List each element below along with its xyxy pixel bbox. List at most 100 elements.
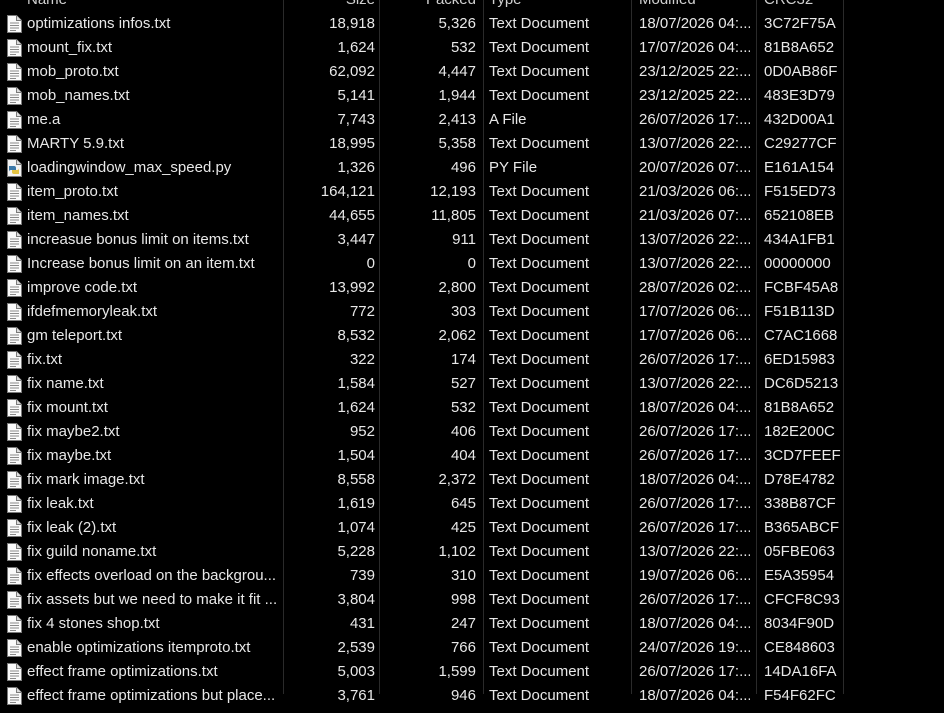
list-item[interactable]: gm teleport.txt 8,532 2,062 Text Document 17… <box>0 324 944 348</box>
list-item[interactable]: mob_proto.txt 62,092 4,447 Text Document 23/… <box>0 60 944 84</box>
file-packed-size: 946 <box>450 687 476 704</box>
list-item[interactable]: fix guild noname.txt 5,228 1,102 Text Docum… <box>0 540 944 564</box>
file-crc32: E5A35954 <box>764 567 835 584</box>
file-size: 1,619 <box>337 495 375 512</box>
file-packed-size: 310 <box>450 567 476 584</box>
file-modified: 13/07/2026 22:... <box>639 255 750 272</box>
list-item[interactable]: mob_names.txt 5,141 1,944 Text Document 23/1… <box>0 84 944 108</box>
list-item[interactable]: effect frame optimizations but place... 3… <box>0 684 944 708</box>
list-item[interactable]: me.a 7,743 2,413 A File 26/07/2026 17:... 432… <box>0 108 944 132</box>
list-item[interactable]: fix name.txt 1,584 527 Text Document 13/07/2… <box>0 372 944 396</box>
file-packed-size: 2,062 <box>438 327 476 344</box>
file-size: 1,504 <box>337 447 375 464</box>
file-name: increasue bonus limit on items.txt <box>27 231 249 248</box>
file-type: Text Document <box>489 15 590 32</box>
text-file-icon <box>6 303 22 321</box>
list-item[interactable]: improve code.txt 13,992 2,800 Text Document… <box>0 276 944 300</box>
list-item[interactable]: fix leak (2).txt 1,074 425 Text Document 26/… <box>0 516 944 540</box>
list-item[interactable]: increasue bonus limit on items.txt 3,447 9… <box>0 228 944 252</box>
list-item[interactable]: mount_fix.txt 1,624 532 Text Document 17/07/… <box>0 36 944 60</box>
text-file-icon <box>6 687 22 705</box>
text-file-icon <box>6 327 22 345</box>
list-item[interactable]: item_proto.txt 164,121 12,193 Text Document… <box>0 180 944 204</box>
file-crc32: 81B8A652 <box>764 39 835 56</box>
file-packed-size: 911 <box>452 231 476 248</box>
file-modified: 23/12/2025 22:... <box>639 87 750 104</box>
file-type: Text Document <box>489 567 590 584</box>
text-file-icon <box>6 519 22 537</box>
file-crc32: CE848603 <box>764 639 835 656</box>
text-file-icon <box>6 423 22 441</box>
file-modified: 13/07/2026 22:... <box>639 231 750 248</box>
text-file-icon <box>6 615 22 633</box>
column-header-crc32[interactable]: CRC32 <box>764 0 813 12</box>
file-crc32: 652108EB <box>764 207 835 224</box>
list-item[interactable]: fix maybe2.txt 952 406 Text Document 26/07/2… <box>0 420 944 444</box>
file-packed-size: 998 <box>450 591 476 608</box>
file-packed-size: 1,599 <box>438 663 476 680</box>
file-name: fix effects overload on the backgrou... <box>27 567 277 584</box>
column-header-type[interactable]: Type <box>489 0 522 12</box>
list-item[interactable]: loadingwindow_max_speed.py 1,326 496 PY Fil… <box>0 156 944 180</box>
file-packed-size: 645 <box>450 495 476 512</box>
file-modified: 26/07/2026 17:... <box>639 447 750 464</box>
column-header-size[interactable]: Size <box>284 0 375 12</box>
text-file-icon <box>6 111 22 129</box>
list-item[interactable]: effect frame optimizations.txt 5,003 1,599… <box>0 660 944 684</box>
file-crc32: CFCF8C93 <box>764 591 840 608</box>
list-item[interactable]: optimizations infos.txt 18,918 5,326 Text D… <box>0 12 944 36</box>
text-file-icon <box>6 591 22 609</box>
file-size: 164,121 <box>320 183 375 200</box>
list-item[interactable]: fix effects overload on the backgrou... 7… <box>0 564 944 588</box>
column-header-packed[interactable]: Packed <box>380 0 476 12</box>
file-type: Text Document <box>489 615 590 632</box>
list-item[interactable]: item_names.txt 44,655 11,805 Text Document 2… <box>0 204 944 228</box>
file-crc32: B365ABCF <box>764 519 840 536</box>
file-modified: 18/07/2026 04:... <box>639 471 750 488</box>
list-item[interactable]: fix mark image.txt 8,558 2,372 Text Documen… <box>0 468 944 492</box>
text-file-icon <box>6 39 22 57</box>
column-header-modified[interactable]: Modified <box>639 0 696 12</box>
file-modified: 17/07/2026 06:... <box>639 303 750 320</box>
file-type: Text Document <box>489 183 590 200</box>
file-crc32: F515ED73 <box>764 183 836 200</box>
list-item[interactable]: ifdefmemoryleak.txt 772 303 Text Document 17… <box>0 300 944 324</box>
file-packed-size: 4,447 <box>438 63 476 80</box>
file-name: fix leak.txt <box>27 495 94 512</box>
file-packed-size: 1,102 <box>438 543 476 560</box>
file-crc32: 00000000 <box>764 255 831 272</box>
file-size: 8,558 <box>337 471 375 488</box>
text-file-icon <box>6 543 22 561</box>
file-packed-size: 2,800 <box>438 279 476 296</box>
text-file-icon <box>6 375 22 393</box>
file-name: mount_fix.txt <box>27 39 113 56</box>
list-item[interactable]: fix mount.txt 1,624 532 Text Document 18/07/… <box>0 396 944 420</box>
file-modified: 28/07/2026 02:... <box>639 279 750 296</box>
file-size: 772 <box>349 303 375 320</box>
file-type: Text Document <box>489 351 590 368</box>
list-item[interactable]: MARTY 5.9.txt 18,995 5,358 Text Document 13/… <box>0 132 944 156</box>
file-modified: 26/07/2026 17:... <box>639 111 750 128</box>
file-type: Text Document <box>489 591 590 608</box>
file-modified: 17/07/2026 06:... <box>639 327 750 344</box>
file-type: Text Document <box>489 447 590 464</box>
list-item[interactable]: Increase bonus limit on an item.txt 0 0 Tex… <box>0 252 944 276</box>
list-item[interactable]: enable optimizations itemproto.txt 2,539 7… <box>0 636 944 660</box>
file-size: 13,992 <box>329 279 375 296</box>
file-crc32: 182E200C <box>764 423 835 440</box>
text-file-icon <box>6 135 22 153</box>
list-item[interactable]: fix 4 stones shop.txt 431 247 Text Document… <box>0 612 944 636</box>
file-size: 5,228 <box>337 543 375 560</box>
file-name: improve code.txt <box>27 279 138 296</box>
file-packed-size: 406 <box>450 423 476 440</box>
list-item[interactable]: fix assets but we need to make it fit ..… <box>0 588 944 612</box>
file-type: Text Document <box>489 423 590 440</box>
file-packed-size: 496 <box>450 159 476 176</box>
list-item[interactable]: fix maybe.txt 1,504 404 Text Document 26/07/… <box>0 444 944 468</box>
list-item[interactable]: fix.txt 322 174 Text Document 26/07/2026 17:… <box>0 348 944 372</box>
column-header-name[interactable]: Name <box>27 0 67 12</box>
text-file-icon <box>6 255 22 273</box>
file-packed-size: 766 <box>450 639 476 656</box>
file-crc32: E161A154 <box>764 159 835 176</box>
list-item[interactable]: fix leak.txt 1,619 645 Text Document 26/07/2… <box>0 492 944 516</box>
